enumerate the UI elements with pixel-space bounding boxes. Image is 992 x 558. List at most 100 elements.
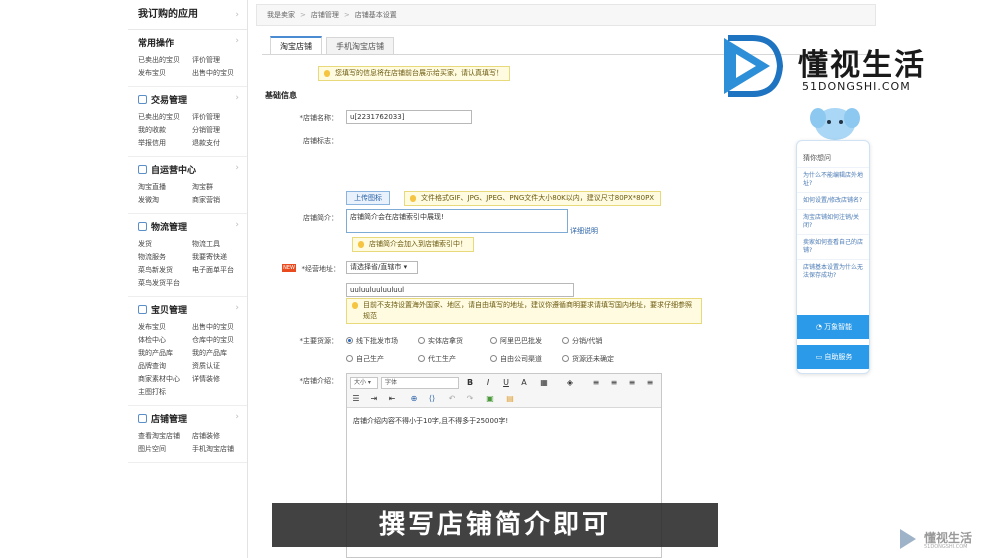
radio-self-produce[interactable]: 自己生产 bbox=[346, 354, 384, 364]
help-question[interactable]: 为什么不能编辑店外地址? bbox=[797, 167, 869, 192]
sidebar-link[interactable]: 评价管理 bbox=[192, 55, 246, 65]
help-question[interactable]: 如何设置/修改店铺名? bbox=[797, 192, 869, 209]
breadcrumb-item[interactable]: 我是卖家 bbox=[267, 11, 295, 19]
chevron-right-icon[interactable]: › bbox=[235, 220, 239, 230]
font-size-select[interactable]: 大小 ▾ bbox=[350, 377, 378, 389]
sidebar-link[interactable]: 发微淘 bbox=[138, 195, 192, 205]
font-color-icon[interactable]: A bbox=[519, 378, 529, 388]
tab-mobile-shop[interactable]: 手机淘宝店铺 bbox=[326, 37, 394, 55]
sidebar-group: 宝贝管理 › 发布宝贝 出售中的宝贝 体检中心 仓库中的宝贝 我的产品库 我的产品库 品牌查询资… bbox=[128, 297, 247, 406]
sidebar-link[interactable]: 发布宝贝 bbox=[138, 322, 192, 332]
chevron-right-icon[interactable]: › bbox=[235, 36, 239, 46]
sidebar-link[interactable]: 分销管理 bbox=[192, 125, 246, 135]
smart-assistant-button[interactable]: ◔ 万象智能 bbox=[797, 315, 869, 339]
highlight-icon[interactable]: ◈ bbox=[565, 378, 575, 388]
sidebar-group-title[interactable]: 常用操作 bbox=[138, 36, 247, 52]
align-right-icon[interactable]: ≡ bbox=[627, 378, 637, 388]
sidebar-link[interactable]: 已卖出的宝贝 bbox=[138, 55, 192, 65]
underline-icon[interactable]: U bbox=[501, 378, 511, 388]
sidebar-link[interactable]: 品牌查询 bbox=[138, 361, 192, 371]
address-input[interactable]: uuluuluuluuluul bbox=[346, 283, 574, 297]
upload-icon-button[interactable]: 上传图标 bbox=[346, 191, 390, 205]
redo-icon[interactable]: ↷ bbox=[465, 394, 475, 404]
sidebar-link[interactable]: 物流服务 bbox=[138, 252, 192, 262]
breadcrumb-item[interactable]: 店铺管理 bbox=[311, 11, 339, 19]
sidebar-link[interactable]: 我的产品库 bbox=[192, 348, 246, 358]
sidebar-link[interactable]: 菜鸟发货平台 bbox=[138, 278, 192, 288]
self-service-button[interactable]: ▭ 自助服务 bbox=[797, 345, 869, 369]
image-icon[interactable]: ▣ bbox=[485, 394, 495, 404]
help-question[interactable]: 淘宝店铺如何注销/关闭? bbox=[797, 209, 869, 234]
chevron-right-icon[interactable]: › bbox=[235, 93, 239, 103]
chevron-right-icon[interactable]: › bbox=[235, 163, 239, 173]
sidebar-link[interactable]: 物流工具 bbox=[192, 239, 246, 249]
sidebar-link[interactable]: 发布宝贝 bbox=[138, 68, 192, 78]
sidebar-link[interactable]: 我要寄快递 bbox=[192, 252, 246, 262]
sidebar-link[interactable]: 商家营销 bbox=[192, 195, 246, 205]
sidebar-link[interactable]: 淘宝直播 bbox=[138, 182, 192, 192]
source-code-icon[interactable]: ⟨⟩ bbox=[427, 394, 437, 404]
sidebar-link[interactable]: 仓库中的宝贝 bbox=[192, 335, 246, 345]
sidebar-link[interactable]: 手机淘宝店铺 bbox=[192, 444, 246, 454]
ordered-list-icon[interactable]: ☰ bbox=[351, 394, 361, 404]
sidebar-group-title[interactable]: 交易管理 bbox=[138, 93, 247, 109]
shop-name-input[interactable]: u[2231762033] bbox=[346, 110, 472, 124]
sidebar-link[interactable]: 评价管理 bbox=[192, 112, 246, 122]
link-icon[interactable]: ⊕ bbox=[409, 394, 419, 404]
sidebar-link[interactable]: 举报信用 bbox=[138, 138, 192, 148]
sidebar-link[interactable]: 发货 bbox=[138, 239, 192, 249]
editor-content[interactable]: 店铺介绍内容不得小于10字,且不得多于25000字! bbox=[347, 408, 661, 434]
undo-icon[interactable]: ↶ bbox=[447, 394, 457, 404]
sidebar-group-title[interactable]: 自运营中心 bbox=[138, 163, 247, 179]
sidebar-link[interactable]: 主图打标 bbox=[138, 387, 192, 397]
font-family-select[interactable]: 字体 bbox=[381, 377, 459, 389]
chevron-right-icon[interactable]: › bbox=[235, 412, 239, 422]
chevron-right-icon[interactable]: › bbox=[235, 303, 239, 313]
sidebar-group-title[interactable]: 物流管理 bbox=[138, 220, 247, 236]
help-question[interactable]: 卖家如何查看自己的店铺? bbox=[797, 234, 869, 259]
radio-undecided[interactable]: 货源还未确定 bbox=[562, 354, 614, 364]
italic-icon[interactable]: I bbox=[483, 378, 493, 388]
sidebar-link[interactable]: 资质认证 bbox=[192, 361, 246, 371]
sidebar-link[interactable]: 菜鸟新发货 bbox=[138, 265, 192, 275]
radio-offline-market[interactable]: 线下批发市场 bbox=[346, 336, 398, 346]
sidebar-link[interactable]: 我的收款 bbox=[138, 125, 192, 135]
sidebar-link[interactable]: 体检中心 bbox=[138, 335, 192, 345]
intro-notice: 店铺简介会加入到店铺索引中！ bbox=[352, 237, 474, 252]
sidebar-link[interactable]: 退款支付 bbox=[192, 138, 246, 148]
sidebar-link[interactable]: 查看淘宝店铺 bbox=[138, 431, 192, 441]
radio-distribution[interactable]: 分销/代销 bbox=[562, 336, 602, 346]
table-icon[interactable]: ▦ bbox=[539, 378, 549, 388]
sidebar-link[interactable]: 详情装修 bbox=[192, 374, 246, 384]
align-center-icon[interactable]: ≡ bbox=[609, 378, 619, 388]
radio-oem[interactable]: 代工生产 bbox=[418, 354, 456, 364]
shop-logo-label: 店铺标志： bbox=[303, 137, 338, 145]
indent-icon[interactable]: ⇥ bbox=[369, 394, 379, 404]
help-question[interactable]: 店铺基本设置为什么无法保存成功? bbox=[797, 259, 869, 284]
intro-textarea[interactable]: 店铺简介会在店铺索引中展现! bbox=[346, 209, 568, 233]
sidebar-link[interactable]: 我的产品库 bbox=[138, 348, 192, 358]
radio-company[interactable]: 自由公司渠道 bbox=[490, 354, 542, 364]
align-left-icon[interactable]: ≡ bbox=[591, 378, 601, 388]
sidebar-link[interactable]: 出售中的宝贝 bbox=[192, 322, 246, 332]
outdent-icon[interactable]: ⇤ bbox=[387, 394, 397, 404]
sidebar-group-title[interactable]: 店铺管理 bbox=[138, 412, 247, 428]
sidebar-link[interactable]: 图片空间 bbox=[138, 444, 192, 454]
media-icon[interactable]: ▤ bbox=[505, 394, 515, 404]
chevron-down-icon: ▾ bbox=[403, 263, 408, 271]
sidebar-link[interactable]: 淘宝群 bbox=[192, 182, 246, 192]
sidebar-link[interactable]: 商家素材中心 bbox=[138, 374, 192, 384]
sidebar-header[interactable]: 我订购的应用 › bbox=[128, 0, 247, 30]
sidebar-link[interactable]: 电子面单平台 bbox=[192, 265, 246, 275]
sidebar-group-title[interactable]: 宝贝管理 bbox=[138, 303, 247, 319]
tab-taobao-shop[interactable]: 淘宝店铺 bbox=[270, 36, 322, 54]
intro-detail-link[interactable]: 详细说明 bbox=[570, 226, 598, 236]
province-select[interactable]: 请选择省/直辖市 ▾ bbox=[346, 261, 418, 274]
sidebar-link[interactable]: 店铺装修 bbox=[192, 431, 246, 441]
radio-store[interactable]: 实体店拿货 bbox=[418, 336, 463, 346]
sidebar-link[interactable]: 已卖出的宝贝 bbox=[138, 112, 192, 122]
radio-alibaba[interactable]: 阿里巴巴批发 bbox=[490, 336, 542, 346]
align-justify-icon[interactable]: ≡ bbox=[645, 378, 655, 388]
sidebar-link[interactable]: 出售中的宝贝 bbox=[192, 68, 246, 78]
bold-icon[interactable]: B bbox=[465, 378, 475, 388]
